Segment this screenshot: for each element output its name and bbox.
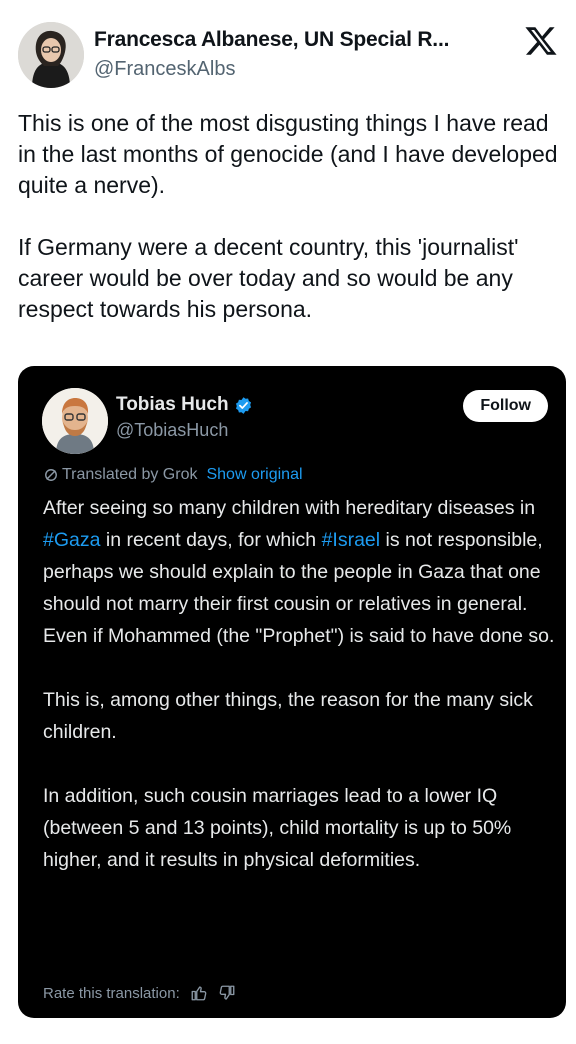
rate-translation-label: Rate this translation: (43, 984, 180, 1002)
avatar[interactable] (18, 22, 84, 88)
author-handle[interactable]: @FranceskAlbs (94, 58, 235, 81)
quoted-paragraph: In addition, such cousin marriages lead … (43, 785, 512, 871)
post-text: This is one of the most disgusting thing… (18, 108, 558, 325)
follow-button[interactable]: Follow (463, 390, 548, 422)
text-segment: After seeing so many children with hered… (43, 497, 536, 519)
quoted-author-name[interactable]: Tobias Huch (116, 394, 229, 416)
quoted-author-avatar[interactable] (42, 388, 108, 454)
verified-badge-icon (235, 396, 251, 414)
rate-translation-row: Rate this translation: (43, 984, 236, 1002)
text-segment: in recent days, for which (100, 529, 322, 551)
translation-notice: Translated by Grok Show original (44, 466, 303, 484)
quoted-author-handle[interactable]: @TobiasHuch (116, 420, 228, 441)
quoted-paragraph: This is, among other things, the reason … (43, 689, 533, 743)
show-original-link[interactable]: Show original (206, 466, 302, 484)
post-paragraph: This is one of the most disgusting thing… (18, 110, 558, 198)
quoted-post-card[interactable]: Tobias Huch @TobiasHuch Follow Translate… (18, 366, 566, 1018)
hashtag-israel[interactable]: #Israel (322, 529, 381, 551)
hashtag-gaza[interactable]: #Gaza (43, 529, 100, 551)
quoted-paragraph: After seeing so many children with hered… (43, 492, 558, 652)
author-name[interactable]: Francesca Albanese, UN Special R... (94, 28, 449, 52)
post-paragraph: If Germany were a decent country, this '… (18, 234, 519, 322)
thumbs-down-icon[interactable] (218, 984, 236, 1002)
thumbs-up-icon[interactable] (190, 984, 208, 1002)
grok-icon (45, 469, 57, 481)
post-header: Francesca Albanese, UN Special R... @Fra… (18, 18, 566, 88)
quoted-author-name-row[interactable]: Tobias Huch (116, 394, 253, 416)
x-logo-icon[interactable] (524, 24, 558, 58)
quoted-post-text: After seeing so many children with hered… (43, 492, 558, 876)
translated-label: Translated by Grok (62, 466, 198, 483)
